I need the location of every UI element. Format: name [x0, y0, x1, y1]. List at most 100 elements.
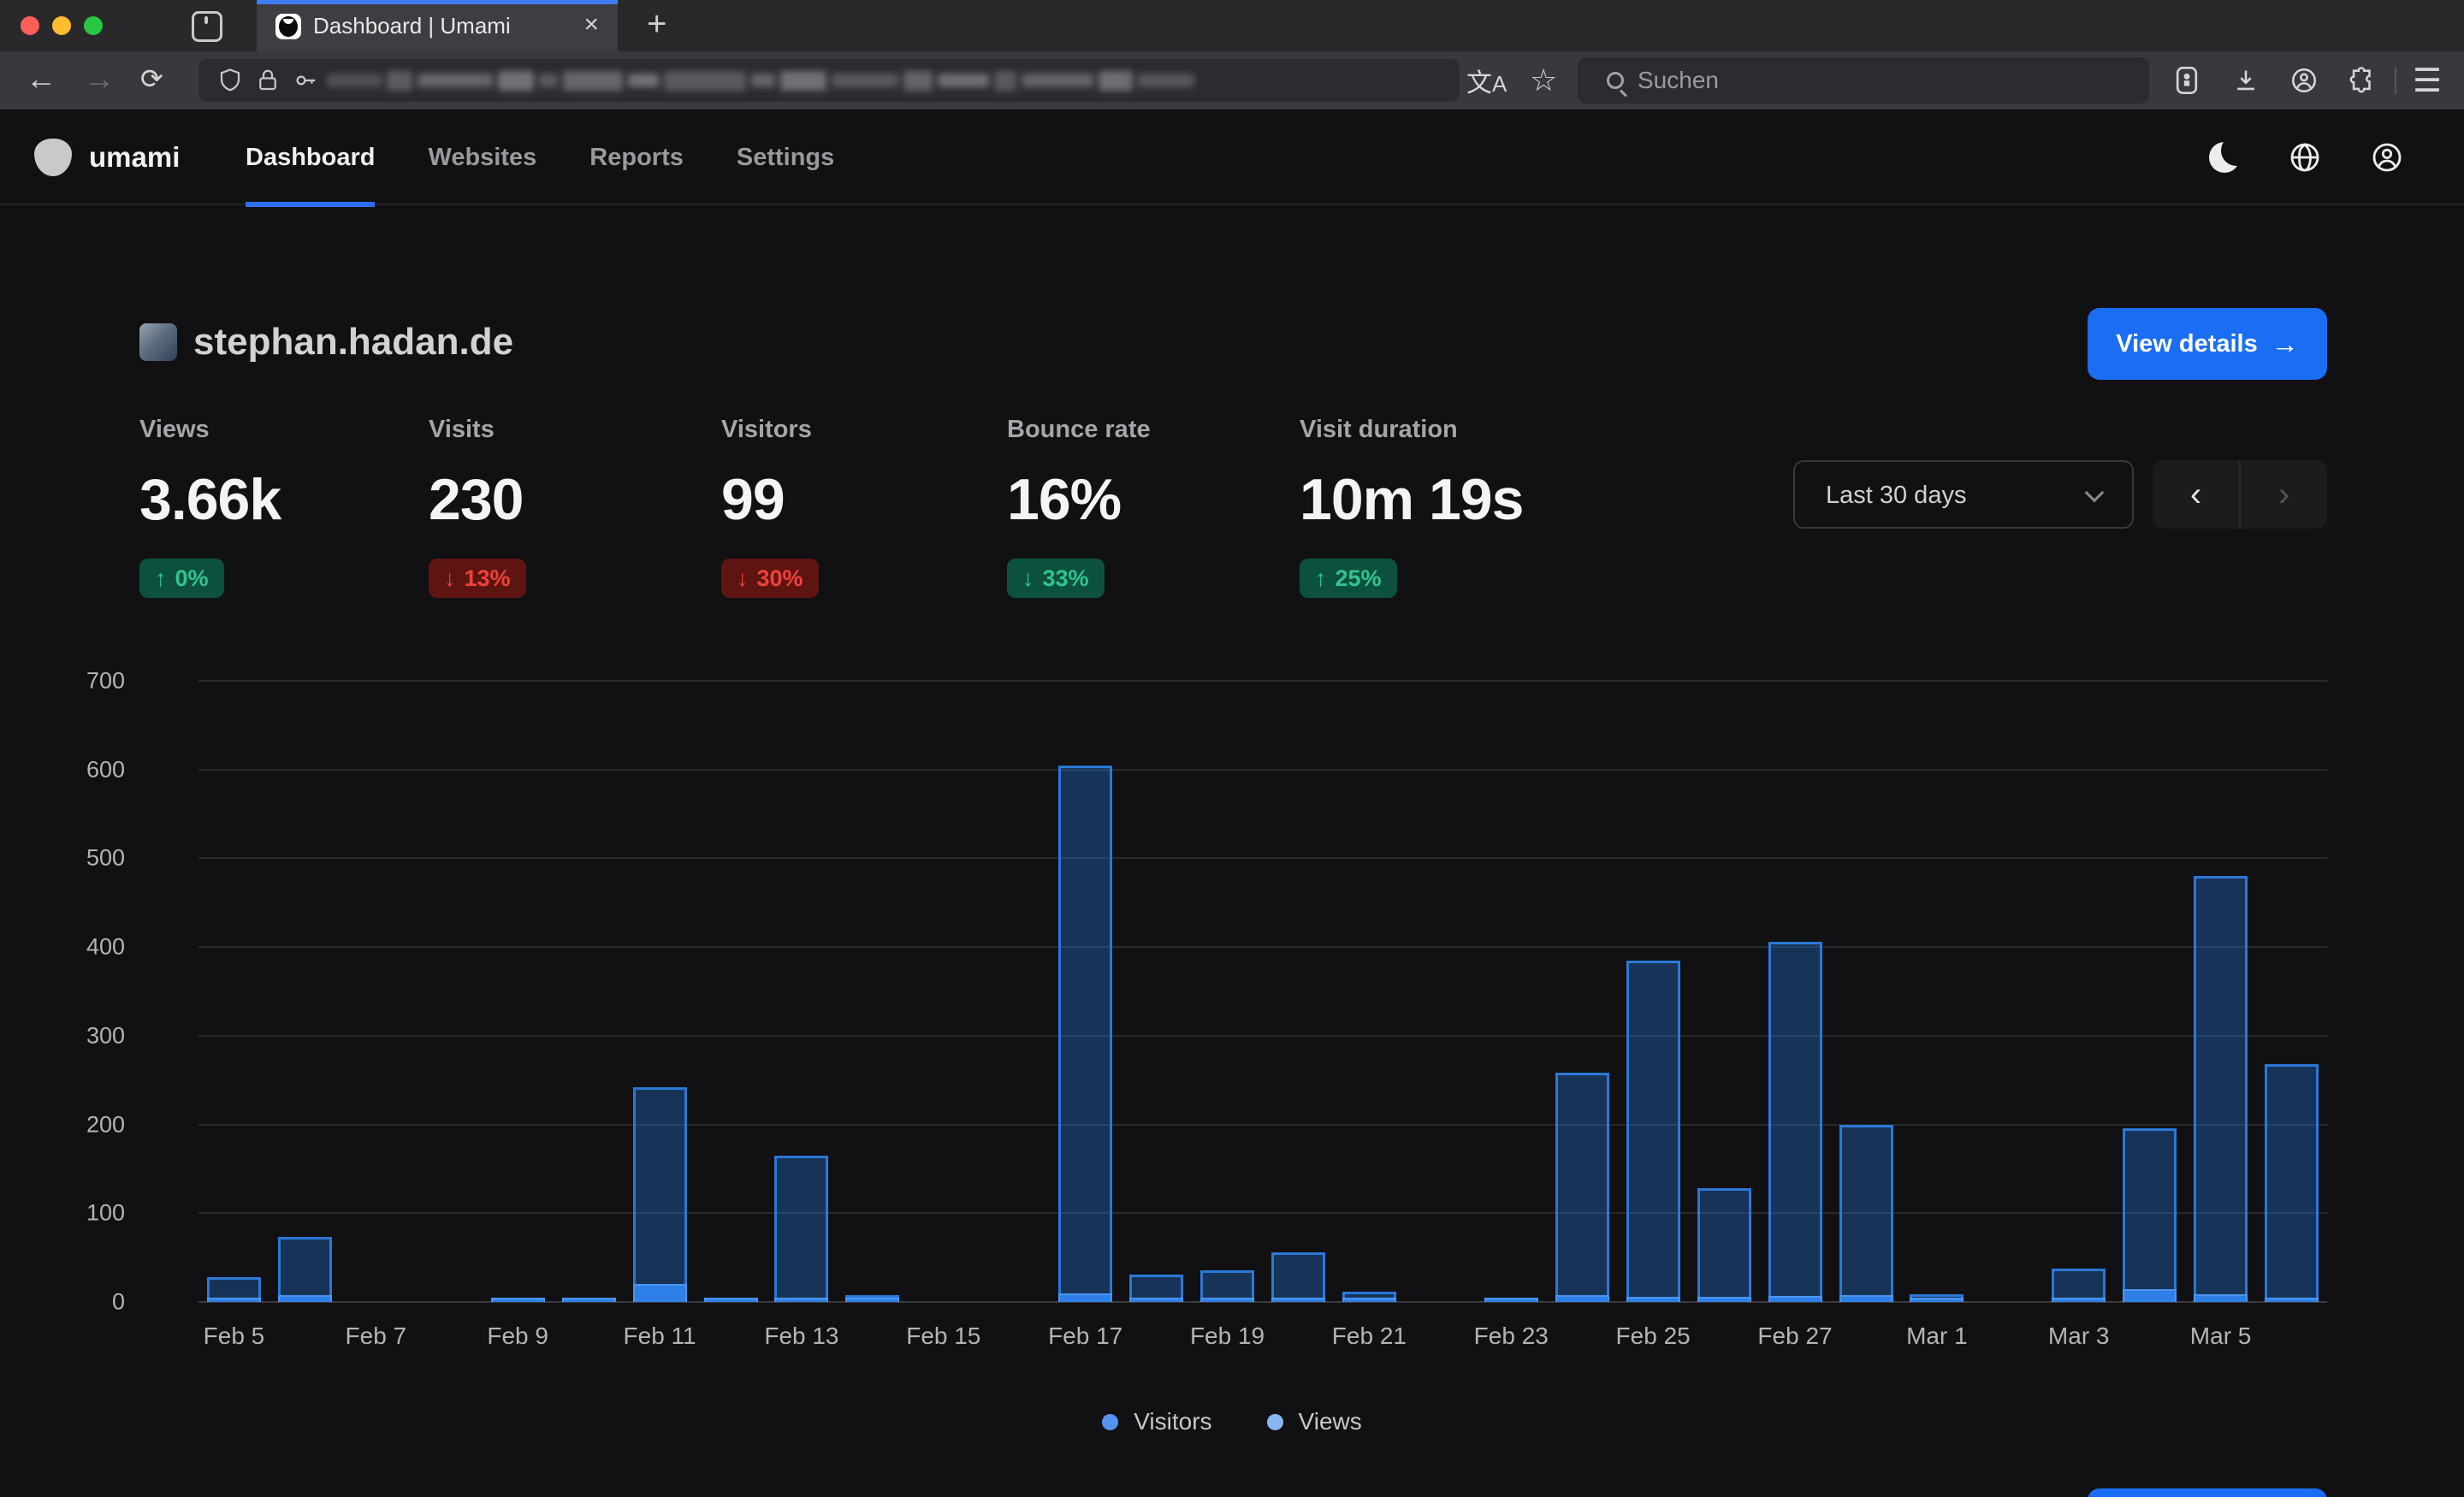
views-bar	[633, 1087, 687, 1302]
tab-close-icon[interactable]: ×	[583, 0, 599, 51]
bar-group-mar-6[interactable]	[2256, 681, 2327, 1302]
second-view-details-button[interactable]: View details →	[2088, 1488, 2327, 1497]
bar-group-feb-22[interactable]	[1405, 681, 1476, 1302]
metric-label: Bounce rate	[1007, 416, 1151, 444]
metric-label: Visits	[429, 416, 526, 444]
nav-item-websites[interactable]: Websites	[428, 109, 536, 205]
chevron-down-icon	[2085, 483, 2105, 503]
legend-label: Visitors	[1134, 1408, 1211, 1435]
visitors-bar	[1555, 1295, 1609, 1302]
metric-change-badge: ↓30%	[721, 559, 819, 598]
arrow-right-icon: →	[2272, 328, 2299, 360]
bar-group-feb-14[interactable]	[837, 681, 908, 1302]
language-button[interactable]	[2288, 140, 2322, 175]
lock-icon[interactable]	[255, 68, 281, 93]
views-bar	[1555, 1073, 1609, 1302]
bar-group-feb-15[interactable]	[908, 681, 979, 1302]
prev-period-button[interactable]: ‹	[2153, 460, 2241, 529]
bar-group-feb-27[interactable]	[1760, 681, 1831, 1302]
metric-change-value: 30%	[757, 565, 803, 592]
metric-value: 10m 19s	[1300, 466, 1523, 533]
window-close-button[interactable]	[21, 16, 39, 35]
bar-group-feb-17[interactable]	[1050, 681, 1121, 1302]
visitors-bar	[1484, 1298, 1538, 1302]
bar-group-feb-28[interactable]	[1831, 681, 1902, 1302]
search-bar[interactable]: Suchen	[1578, 57, 2149, 104]
bar-group-feb-13[interactable]	[767, 681, 838, 1302]
y-axis-label: 200	[75, 1111, 125, 1138]
bar-group-feb-10[interactable]	[554, 681, 625, 1302]
new-tab-button[interactable]: +	[635, 0, 678, 51]
nav-item-dashboard[interactable]: Dashboard	[246, 109, 375, 205]
nav-item-reports[interactable]: Reports	[589, 109, 684, 205]
window-minimize-button[interactable]	[52, 16, 71, 35]
password-manager-icon[interactable]	[2173, 51, 2200, 109]
next-period-button[interactable]: ›	[2241, 460, 2327, 529]
visitors-bar	[562, 1298, 616, 1302]
bar-group-feb-20[interactable]	[1263, 681, 1334, 1302]
shield-icon[interactable]	[217, 68, 243, 93]
x-axis-label: Mar 1	[1906, 1322, 1968, 1350]
search-placeholder: Suchen	[1638, 67, 1719, 94]
second-website-title[interactable]: techstack.hadan.it	[193, 1488, 522, 1497]
forward-icon[interactable]: →	[84, 51, 115, 109]
brand[interactable]: umami	[34, 109, 180, 205]
bar-group-feb-18[interactable]	[1121, 681, 1192, 1302]
x-axis-label: Feb 17	[1048, 1322, 1122, 1350]
key-icon[interactable]	[293, 68, 318, 93]
url-bar[interactable]	[198, 59, 1460, 102]
arrow-up-icon: ↑	[155, 565, 167, 592]
views-bar	[1058, 766, 1112, 1302]
bar-group-feb-19[interactable]	[1192, 681, 1263, 1302]
window-zoom-button[interactable]	[84, 16, 103, 35]
tab-overview-icon[interactable]	[192, 11, 222, 42]
extensions-icon[interactable]	[2348, 51, 2377, 109]
account-icon[interactable]	[2289, 51, 2319, 109]
profile-button[interactable]	[2370, 140, 2404, 175]
downloads-icon[interactable]	[2231, 51, 2260, 109]
y-axis-label: 100	[75, 1200, 125, 1227]
y-axis-label: 0	[75, 1289, 125, 1316]
bar-group-feb-25[interactable]	[1618, 681, 1689, 1302]
bar-group-feb-24[interactable]	[1547, 681, 1618, 1302]
menu-icon[interactable]: ☰	[2413, 51, 2442, 109]
view-details-button[interactable]: View details →	[2088, 308, 2327, 380]
metric-change-value: 25%	[1336, 565, 1382, 592]
x-axis-label: Feb 25	[1616, 1322, 1691, 1350]
bar-group-mar-5[interactable]	[2185, 681, 2256, 1302]
nav-item-settings[interactable]: Settings	[737, 109, 834, 205]
translate-icon[interactable]: 文A	[1466, 51, 1507, 109]
legend-item-views[interactable]: Views	[1267, 1408, 1362, 1435]
visitors-bar	[1697, 1297, 1751, 1302]
browser-tab-active[interactable]: Dashboard | Umami ×	[257, 0, 618, 51]
bar-group-mar-3[interactable]	[2043, 681, 2114, 1302]
bar-group-feb-6[interactable]	[270, 681, 341, 1302]
bar-group-feb-12[interactable]	[696, 681, 767, 1302]
bar-group-feb-8[interactable]	[412, 681, 483, 1302]
bar-group-feb-21[interactable]	[1334, 681, 1405, 1302]
reload-icon[interactable]: ⟳	[140, 51, 163, 109]
legend-label: Views	[1299, 1408, 1362, 1435]
legend-item-visitors[interactable]: Visitors	[1102, 1408, 1211, 1435]
website-title[interactable]: stephan.hadan.de	[193, 308, 513, 380]
metric-change-badge: ↓33%	[1007, 559, 1105, 598]
metric-value: 16%	[1007, 466, 1151, 533]
bookmark-star-icon[interactable]: ☆	[1530, 51, 1557, 109]
bar-group-feb-5[interactable]	[198, 681, 270, 1302]
bar-group-feb-11[interactable]	[625, 681, 696, 1302]
date-range-select[interactable]: Last 30 days	[1793, 460, 2134, 529]
bar-group-feb-26[interactable]	[1689, 681, 1760, 1302]
visitors-bar	[633, 1284, 687, 1302]
x-axis-label: Feb 23	[1474, 1322, 1549, 1350]
bar-group-mar-4[interactable]	[2114, 681, 2185, 1302]
bar-group-feb-7[interactable]	[341, 681, 412, 1302]
metric-visits: Visits230↓13%	[429, 416, 526, 598]
theme-toggle-button[interactable]	[2209, 142, 2240, 173]
back-icon[interactable]: ←	[26, 51, 56, 109]
bar-group-mar-2[interactable]	[1972, 681, 2043, 1302]
bar-group-feb-23[interactable]	[1476, 681, 1547, 1302]
second-website-header: techstack.hadan.it View details →	[137, 1488, 2327, 1497]
bar-group-feb-9[interactable]	[483, 681, 554, 1302]
bar-group-feb-16[interactable]	[979, 681, 1050, 1302]
bar-group-mar-1[interactable]	[1902, 681, 1973, 1302]
